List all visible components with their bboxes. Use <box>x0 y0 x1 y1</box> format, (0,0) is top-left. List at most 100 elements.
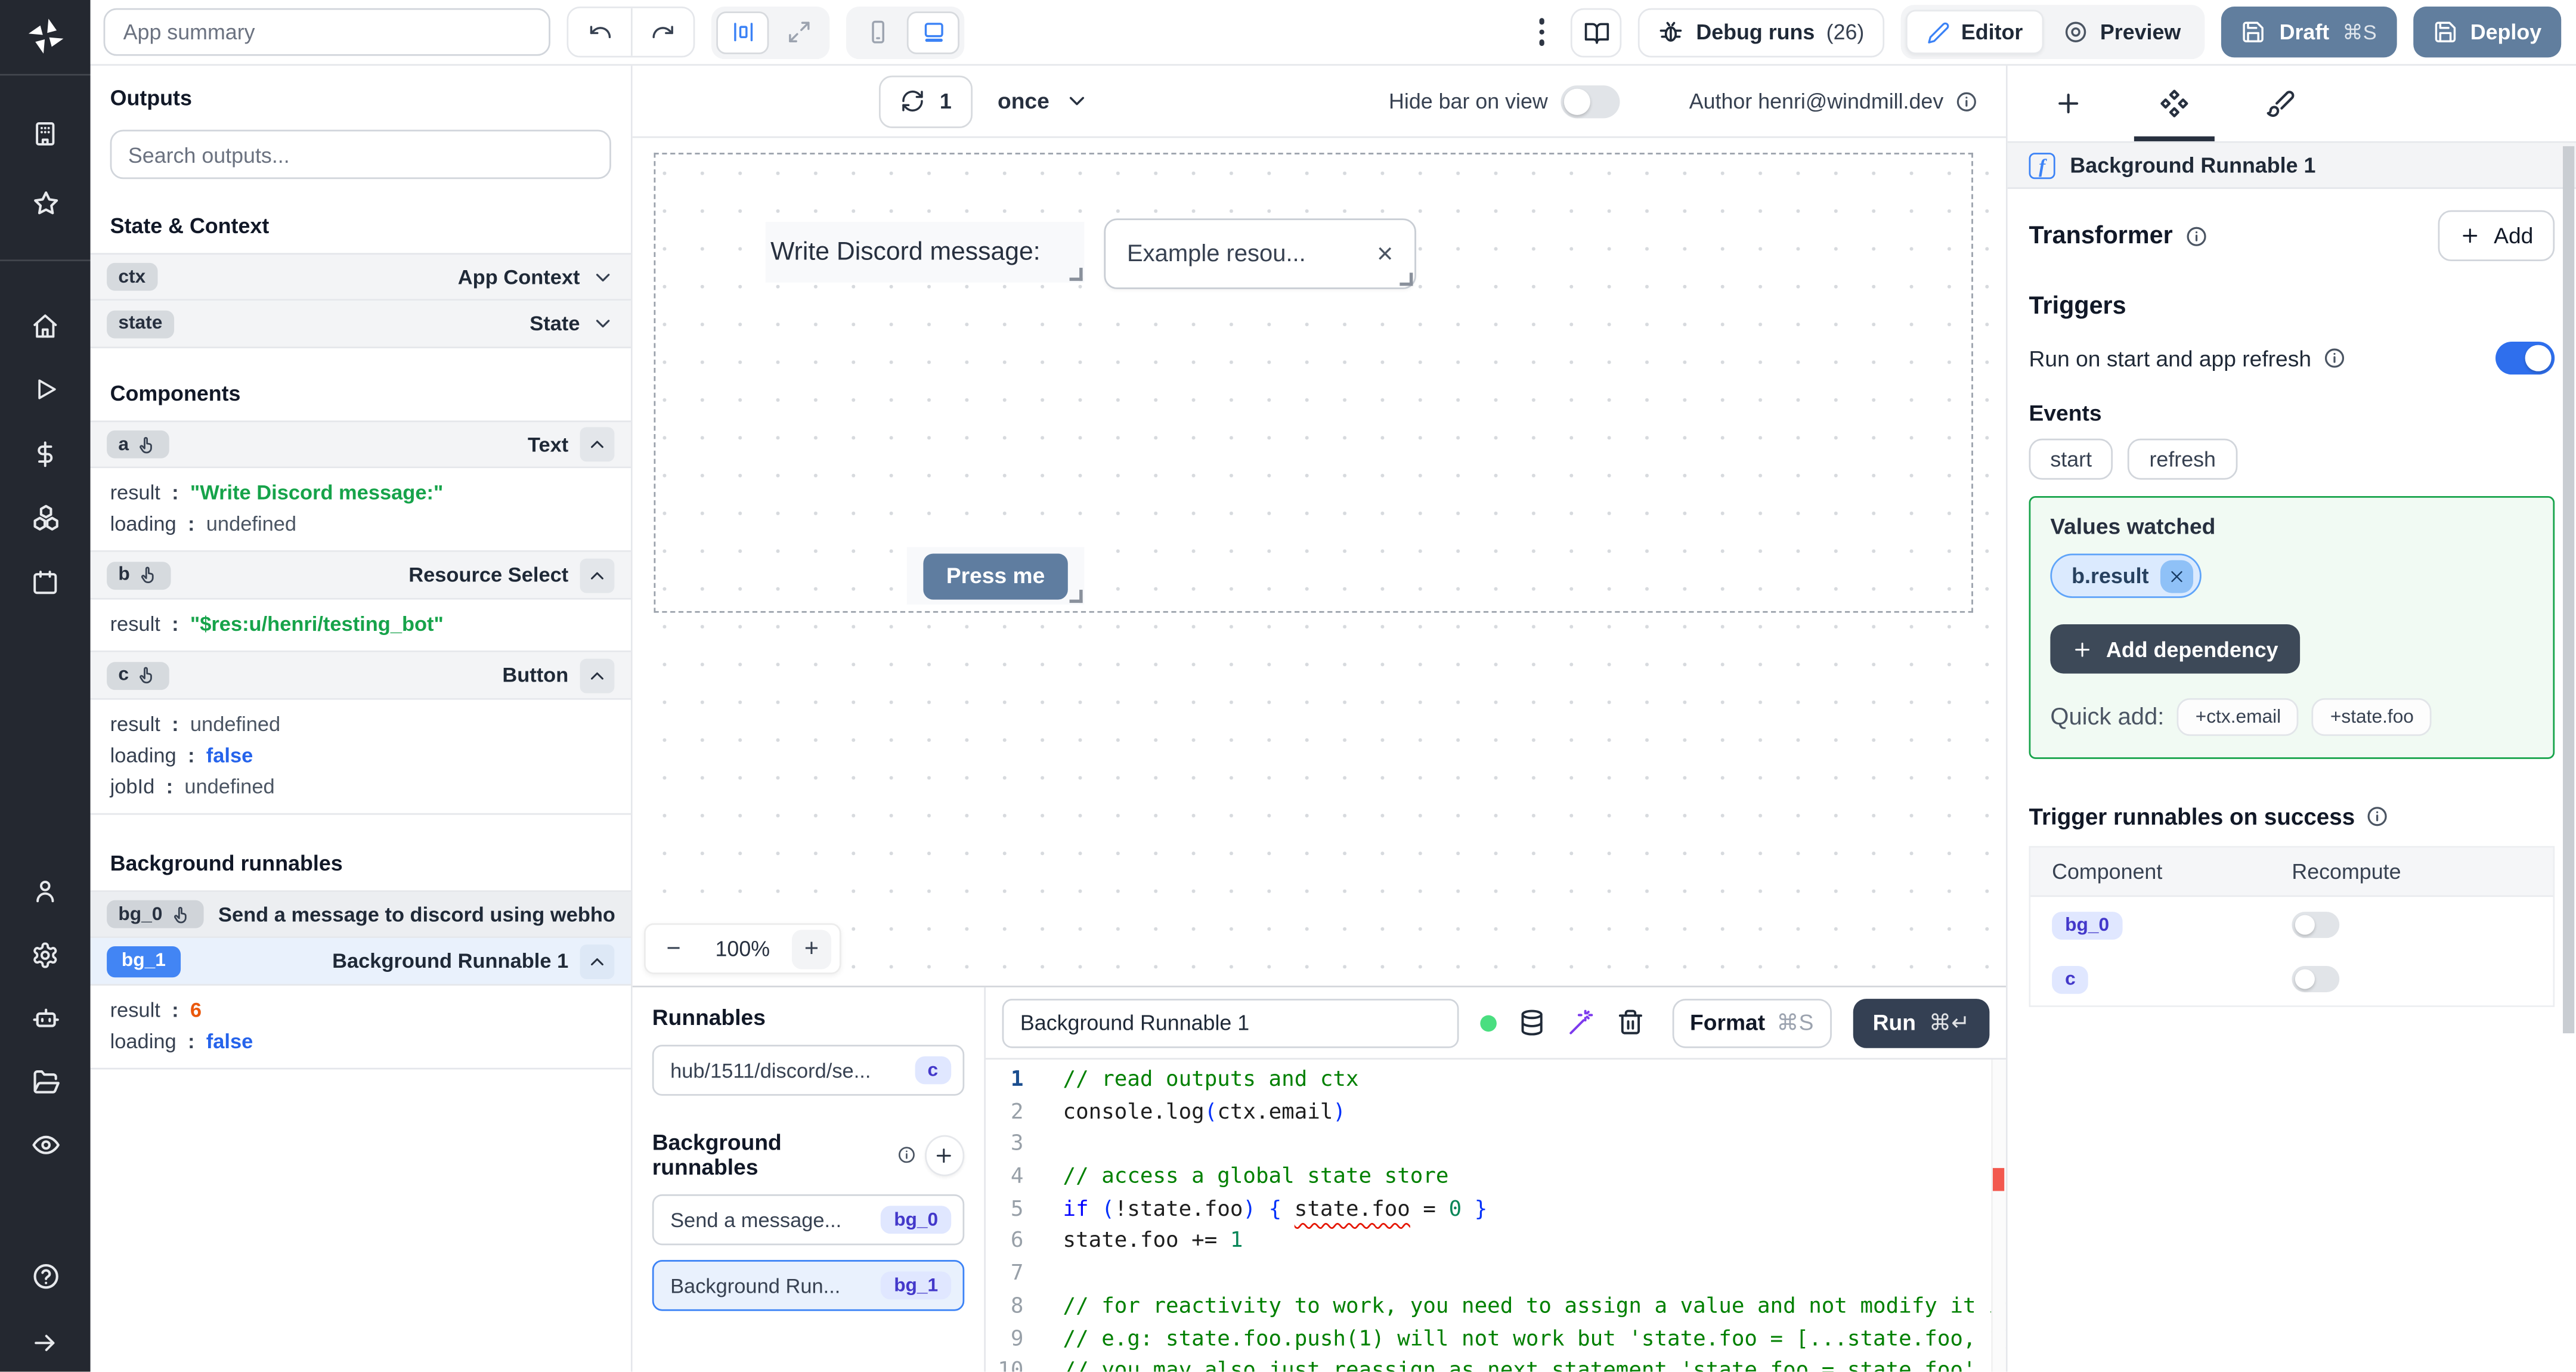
app-canvas[interactable]: Write Discord message: Example resou... … <box>632 138 2006 986</box>
chevron-down-icon[interactable] <box>592 312 615 335</box>
event-chip[interactable]: refresh <box>2128 438 2237 480</box>
fullscreen-button[interactable] <box>772 11 825 54</box>
output-kv-row[interactable]: result: "Write Discord message:" <box>91 476 631 507</box>
deploy-button[interactable]: Deploy <box>2413 7 2562 58</box>
quick-add-chip[interactable]: +ctx.email <box>2177 698 2299 736</box>
folders-icon[interactable] <box>0 1060 91 1105</box>
collapse-button[interactable] <box>580 943 615 978</box>
mobile-view-button[interactable] <box>851 11 903 54</box>
resize-handle[interactable] <box>1069 268 1083 281</box>
tab-editor[interactable]: Editor <box>1905 10 2045 54</box>
expand-sidebar-arrow-icon[interactable] <box>0 1319 91 1365</box>
watched-dependency-chip[interactable]: b.result <box>2050 553 2202 598</box>
scrollbar-thumb[interactable] <box>2562 146 2575 1033</box>
windmill-logo[interactable] <box>24 15 67 58</box>
search-outputs-input[interactable] <box>110 129 611 179</box>
zoom-in-button[interactable]: + <box>791 929 832 969</box>
undo-button[interactable] <box>568 8 631 56</box>
hide-bar-toggle[interactable] <box>1561 84 1621 117</box>
favorites-star-icon[interactable] <box>0 181 91 227</box>
format-button[interactable]: Format ⌘S <box>1671 998 1832 1048</box>
bg0-badge: bg_0 <box>107 900 204 928</box>
output-kv-row[interactable]: result: undefined <box>91 708 631 739</box>
ctx-badge: ctx <box>107 262 157 291</box>
trash-icon[interactable] <box>1617 1009 1645 1037</box>
variables-dollar-icon[interactable] <box>0 431 91 476</box>
workspace-icon[interactable] <box>0 110 91 156</box>
run-button[interactable]: Run ⌘↵ <box>1853 998 1990 1048</box>
ctx-row[interactable]: ctx App Context <box>90 253 631 301</box>
runs-play-icon[interactable] <box>0 366 91 412</box>
output-kv-row[interactable]: result: "$res:u/henri/testing_bot" <box>91 608 631 639</box>
recompute-toggle[interactable] <box>2292 910 2340 937</box>
tab-settings-components[interactable] <box>2134 66 2215 141</box>
bg1-row[interactable]: bg_1 Background Runnable 1 <box>90 938 631 986</box>
recompute-toggle[interactable] <box>2292 965 2340 992</box>
press-me-button[interactable]: Press me <box>923 553 1068 599</box>
collapse-button[interactable] <box>580 427 615 462</box>
draft-button[interactable]: Draft ⌘S <box>2222 7 2397 58</box>
editor-code[interactable]: // read outputs and ctx console.log(ctx.e… <box>1042 1064 2006 1372</box>
output-kv-row[interactable]: result:6 <box>91 994 631 1025</box>
quick-add-chip[interactable]: +state.foo <box>2312 698 2432 736</box>
database-icon[interactable] <box>1518 1009 1546 1037</box>
help-icon[interactable] <box>0 1253 91 1299</box>
run-on-start-toggle[interactable] <box>2495 342 2555 375</box>
info-icon[interactable] <box>897 1145 916 1165</box>
component-a-type: Text <box>527 432 569 456</box>
runnable-item[interactable]: Background Run... bg_1 <box>652 1260 965 1311</box>
audit-eye-icon[interactable] <box>0 1122 91 1168</box>
text-component[interactable]: Write Discord message: <box>765 221 1085 283</box>
component-a-row[interactable]: a Text <box>90 420 631 469</box>
collapse-button[interactable] <box>580 558 615 593</box>
add-transformer-button[interactable]: Add <box>2438 210 2555 262</box>
event-chip[interactable]: start <box>2029 438 2113 480</box>
docs-book-button[interactable] <box>1571 7 1623 57</box>
output-kv-row[interactable]: loading: false <box>91 739 631 770</box>
desktop-view-button[interactable] <box>906 10 959 54</box>
clear-select-icon[interactable]: × <box>1377 237 1393 270</box>
center-align-button[interactable] <box>716 10 769 54</box>
info-icon[interactable] <box>2366 805 2389 828</box>
resize-handle[interactable] <box>1400 272 1413 286</box>
schedule-select[interactable]: once <box>998 89 1089 113</box>
user-icon[interactable] <box>0 868 91 913</box>
output-kv-row[interactable]: jobId: undefined <box>91 770 631 801</box>
collapse-button[interactable] <box>580 658 615 693</box>
resources-boxes-icon[interactable] <box>0 494 91 540</box>
remove-dependency-icon[interactable] <box>2160 559 2193 593</box>
component-b-row[interactable]: b Resource Select <box>90 552 631 600</box>
runnable-item[interactable]: hub/1511/discord/se... c <box>652 1045 965 1096</box>
refresh-count-button[interactable]: 1 <box>878 75 973 128</box>
settings-gear-icon[interactable] <box>0 931 91 977</box>
add-dependency-button[interactable]: Add dependency <box>2050 624 2300 674</box>
tab-styling-brush[interactable] <box>2241 66 2320 141</box>
code-editor[interactable]: 1 2 3 4 5 6 7 8 9 10 // read outputs and ctx conso… <box>986 1058 2006 1372</box>
redo-button[interactable] <box>630 8 693 56</box>
info-icon[interactable] <box>2323 346 2346 370</box>
button-component[interactable]: Press me <box>906 547 1085 605</box>
resize-handle[interactable] <box>1069 590 1083 603</box>
state-row[interactable]: state State <box>90 301 631 349</box>
resource-select-component[interactable]: Example resou... × <box>1104 218 1416 289</box>
more-options-kebab-icon[interactable] <box>1530 18 1555 46</box>
runnable-name-input[interactable] <box>1002 998 1459 1048</box>
workers-bot-icon[interactable] <box>0 996 91 1042</box>
zoom-out-button[interactable]: − <box>654 929 693 968</box>
add-background-runnable-button[interactable] <box>924 1134 965 1176</box>
home-icon[interactable] <box>0 302 91 348</box>
component-c-row[interactable]: c Button <box>90 652 631 700</box>
tab-preview[interactable]: Preview <box>2044 10 2200 54</box>
output-kv-row[interactable]: loading: undefined <box>91 507 631 538</box>
info-icon[interactable] <box>2184 224 2207 247</box>
app-summary-input[interactable] <box>103 8 550 56</box>
runnable-item[interactable]: Send a message... bg_0 <box>652 1194 965 1246</box>
debug-runs-button[interactable]: Debug runs (26) <box>1638 7 1884 57</box>
output-kv-row[interactable]: loading: false <box>91 1025 631 1056</box>
ai-wand-icon[interactable] <box>1567 1009 1595 1037</box>
chevron-down-icon[interactable] <box>592 265 615 289</box>
info-icon[interactable] <box>1955 89 1979 113</box>
tab-insert-component[interactable] <box>2029 66 2108 141</box>
schedules-calendar-icon[interactable] <box>0 559 91 605</box>
bg0-row[interactable]: bg_0 Send a message to discord using web… <box>90 890 631 939</box>
